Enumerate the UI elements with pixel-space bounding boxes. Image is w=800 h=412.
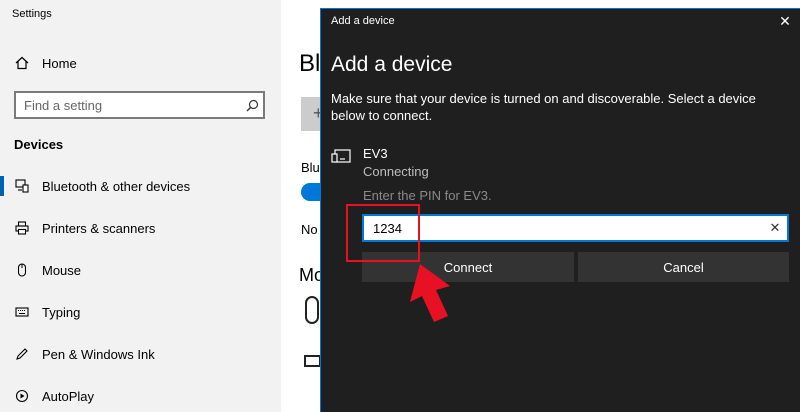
autoplay-icon <box>14 388 30 404</box>
annotation-highlight-box <box>346 204 420 262</box>
home-icon <box>14 55 30 71</box>
section-heading-devices: Devices <box>14 137 64 152</box>
app-title: Settings <box>12 8 52 20</box>
clear-icon[interactable]: ✕ <box>763 220 787 236</box>
device-icon <box>331 149 351 163</box>
nav-item-label: Pen & Windows Ink <box>42 346 155 362</box>
pin-prompt: Enter the PIN for EV3. <box>363 188 492 203</box>
settings-sidebar: Settings Home Devices Bluetooth & other … <box>0 0 281 412</box>
nav-item-mouse[interactable]: Mouse <box>0 252 281 288</box>
bluetooth-label: Blu <box>301 160 320 175</box>
nav-item-label: Typing <box>42 304 81 320</box>
search-input[interactable] <box>16 97 241 113</box>
nav-home[interactable]: Home <box>0 45 281 81</box>
bluetooth-devices-icon <box>14 178 30 194</box>
nav-item-printers[interactable]: Printers & scanners <box>0 210 281 246</box>
nav-item-pen[interactable]: Pen & Windows Ink <box>0 336 281 372</box>
nav-item-autoplay[interactable]: AutoPlay <box>0 378 281 412</box>
pen-icon <box>14 346 30 362</box>
page-title: Bl <box>299 50 321 77</box>
pin-field[interactable]: ✕ <box>362 214 789 242</box>
dialog-titlebar: Add a device ✕ <box>321 9 800 33</box>
keyboard-device-icon <box>304 355 321 367</box>
keyboard-icon <box>14 304 30 320</box>
nav-item-label: Printers & scanners <box>42 220 156 236</box>
search-box[interactable] <box>14 91 265 119</box>
nav-item-label: Mouse <box>42 262 82 278</box>
nav-item-label: AutoPlay <box>42 388 95 404</box>
mouse-icon <box>14 262 30 278</box>
device-name[interactable]: EV3 <box>363 146 388 161</box>
status-label: No <box>301 222 318 237</box>
nav-item-bluetooth[interactable]: Bluetooth & other devices <box>0 168 281 204</box>
printer-icon <box>14 220 30 236</box>
dialog-description: Make sure that your device is turned on … <box>331 91 756 123</box>
nav-home-label: Home <box>42 55 77 71</box>
close-icon[interactable]: ✕ <box>770 9 800 33</box>
nav-item-typing[interactable]: Typing <box>0 294 281 330</box>
dialog-window-title: Add a device <box>331 15 395 27</box>
annotation-arrow-icon <box>410 264 450 322</box>
device-status: Connecting <box>363 164 429 179</box>
nav-item-label: Bluetooth & other devices <box>42 178 191 194</box>
pin-input[interactable] <box>364 220 763 236</box>
search-icon[interactable] <box>241 99 263 112</box>
dialog-heading: Add a device <box>331 53 453 76</box>
mouse-device-icon <box>305 296 319 324</box>
cancel-button[interactable]: Cancel <box>578 252 789 282</box>
